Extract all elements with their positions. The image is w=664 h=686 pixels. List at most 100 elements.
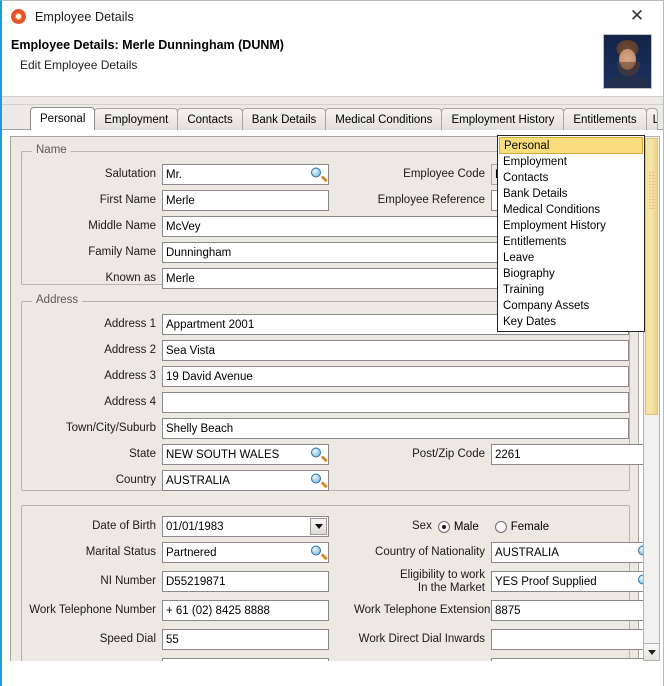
town-input[interactable]: Shelly Beach bbox=[162, 418, 629, 439]
menu-item-employment[interactable]: Employment bbox=[499, 154, 643, 170]
work-extension-label: Work Telephone Extension bbox=[354, 604, 491, 616]
tab-label: L bbox=[653, 114, 658, 126]
address1-label: Address 1 bbox=[22, 318, 162, 330]
menu-item-employment-history[interactable]: Employment History bbox=[499, 218, 643, 234]
middle-name-label: Middle Name bbox=[22, 220, 162, 232]
search-icon[interactable] bbox=[311, 167, 326, 182]
marital-status-input[interactable]: Partnered bbox=[162, 542, 329, 563]
tab-label: Employment History bbox=[451, 114, 554, 126]
tab-medical-conditions[interactable]: Medical Conditions bbox=[325, 108, 442, 130]
close-icon[interactable]: ✕ bbox=[615, 1, 659, 32]
search-icon[interactable] bbox=[311, 447, 326, 462]
radio-male-label: Male bbox=[454, 521, 479, 533]
field-row-country: Country AUSTRALIA bbox=[22, 470, 329, 491]
scrollbar-thumb[interactable] bbox=[645, 138, 658, 415]
menu-item-bank-details[interactable]: Bank Details bbox=[499, 186, 643, 202]
state-value: NEW SOUTH WALES bbox=[166, 449, 279, 461]
name-group-label: Name bbox=[32, 144, 71, 156]
country-of-nationality-input[interactable]: AUSTRALIA bbox=[491, 542, 656, 563]
radio-female-label: Female bbox=[511, 521, 549, 533]
menu-item-contacts[interactable]: Contacts bbox=[499, 170, 643, 186]
tab-label: Contacts bbox=[187, 114, 232, 126]
address4-label: Address 4 bbox=[22, 396, 162, 408]
address3-label: Address 3 bbox=[22, 370, 162, 382]
tab-prev-icon[interactable]: ◁ bbox=[661, 109, 664, 129]
calling-line-input[interactable] bbox=[491, 658, 656, 661]
address-group-label: Address bbox=[32, 294, 82, 306]
avatar-detail bbox=[607, 76, 650, 88]
date-of-birth-label: Date of Birth bbox=[22, 520, 162, 532]
eligibility-value: YES Proof Supplied bbox=[495, 576, 597, 588]
address4-input[interactable] bbox=[162, 392, 629, 413]
tab-employment[interactable]: Employment bbox=[94, 108, 178, 130]
title-bar: Employee Details ✕ bbox=[2, 1, 663, 32]
menu-item-key-dates[interactable]: Key Dates bbox=[499, 314, 643, 330]
tab-list-dropdown[interactable]: Personal Employment Contacts Bank Detail… bbox=[497, 135, 645, 332]
tab-label: Bank Details bbox=[252, 114, 317, 126]
menu-item-medical-conditions[interactable]: Medical Conditions bbox=[499, 202, 643, 218]
tab-label: Medical Conditions bbox=[335, 114, 432, 126]
tab-entitlements[interactable]: Entitlements bbox=[563, 108, 646, 130]
postcode-input[interactable]: 2261 bbox=[491, 444, 656, 465]
sex-label: Sex bbox=[412, 520, 438, 532]
work-telephone-input[interactable]: + 61 (02) 8425 8888 bbox=[162, 600, 329, 621]
menu-item-training[interactable]: Training bbox=[499, 282, 643, 298]
field-row-home-telephone: Home Telephone Number +61 (02) 2555 5555… bbox=[22, 658, 656, 661]
postcode-label: Post/Zip Code bbox=[361, 448, 491, 460]
scroll-down-button[interactable] bbox=[644, 643, 659, 660]
page-title: Employee Details: Merle Dunningham (DUNM… bbox=[11, 38, 663, 52]
search-icon[interactable] bbox=[311, 545, 326, 560]
vertical-scrollbar[interactable] bbox=[643, 136, 660, 661]
tab-leave[interactable]: L bbox=[646, 108, 658, 130]
date-of-birth-value: 01/01/1983 bbox=[166, 521, 224, 533]
country-input[interactable]: AUSTRALIA bbox=[162, 470, 329, 491]
field-row-salutation: Salutation Mr. Employee Code DUNM bbox=[22, 164, 576, 185]
field-row-address4: Address 4 bbox=[22, 392, 629, 413]
radio-male[interactable] bbox=[438, 521, 450, 533]
tab-bank-details[interactable]: Bank Details bbox=[242, 108, 327, 130]
speed-dial-input[interactable]: 55 bbox=[162, 629, 329, 650]
country-value: AUSTRALIA bbox=[166, 475, 230, 487]
first-name-input[interactable]: Merle bbox=[162, 190, 329, 211]
direct-dial-input[interactable] bbox=[491, 629, 656, 650]
direct-dial-label: Work Direct Dial Inwards bbox=[354, 633, 491, 645]
header-divider bbox=[2, 96, 663, 105]
eligibility-label-line1: Eligibility to work bbox=[354, 569, 485, 582]
state-input[interactable]: NEW SOUTH WALES bbox=[162, 444, 329, 465]
field-row-town: Town/City/Suburb Shelly Beach bbox=[22, 418, 629, 439]
tab-employment-history[interactable]: Employment History bbox=[441, 108, 564, 130]
salutation-value: Mr. bbox=[166, 169, 182, 181]
salutation-input[interactable]: Mr. bbox=[162, 164, 329, 185]
address2-input[interactable]: Sea Vista bbox=[162, 340, 629, 361]
tab-personal[interactable]: Personal bbox=[30, 107, 95, 130]
chevron-down-icon[interactable] bbox=[310, 518, 327, 535]
field-row-work-telephone: Work Telephone Number + 61 (02) 8425 888… bbox=[22, 600, 656, 621]
search-icon[interactable] bbox=[311, 473, 326, 488]
menu-item-leave[interactable]: Leave bbox=[499, 250, 643, 266]
field-row-address2: Address 2 Sea Vista bbox=[22, 340, 629, 361]
employee-reference-label: Employee Reference bbox=[361, 194, 491, 206]
state-label: State bbox=[22, 448, 162, 460]
work-extension-input[interactable]: 8875 bbox=[491, 600, 656, 621]
menu-item-biography[interactable]: Biography bbox=[499, 266, 643, 282]
menu-item-personal[interactable]: Personal bbox=[499, 137, 643, 154]
radio-female[interactable] bbox=[495, 521, 507, 533]
field-row-first-name: First Name Merle Employee Reference bbox=[22, 190, 576, 211]
tab-label: Employment bbox=[104, 114, 168, 126]
menu-item-company-assets[interactable]: Company Assets bbox=[499, 298, 643, 314]
ni-number-input[interactable]: D55219871 bbox=[162, 571, 329, 592]
marital-status-label: Marital Status bbox=[22, 546, 162, 558]
sex-radio-group: Sex Male Female bbox=[412, 520, 565, 532]
date-of-birth-input[interactable]: 01/01/1983 bbox=[162, 516, 329, 537]
address3-input[interactable]: 19 David Avenue bbox=[162, 366, 629, 387]
eligibility-input[interactable]: YES Proof Supplied bbox=[491, 571, 656, 592]
page-subtitle: Edit Employee Details bbox=[20, 58, 663, 72]
family-name-label: Family Name bbox=[22, 246, 162, 258]
menu-item-entitlements[interactable]: Entitlements bbox=[499, 234, 643, 250]
tab-bar: Personal Employment Contacts Bank Detail… bbox=[2, 105, 663, 130]
field-row-state: State NEW SOUTH WALES Post/Zip Code 2261 bbox=[22, 444, 656, 465]
home-telephone-input[interactable]: +61 (02) 2555 5555 bbox=[162, 658, 329, 661]
window-title: Employee Details bbox=[35, 10, 134, 24]
avatar bbox=[603, 34, 652, 89]
tab-contacts[interactable]: Contacts bbox=[177, 108, 242, 130]
